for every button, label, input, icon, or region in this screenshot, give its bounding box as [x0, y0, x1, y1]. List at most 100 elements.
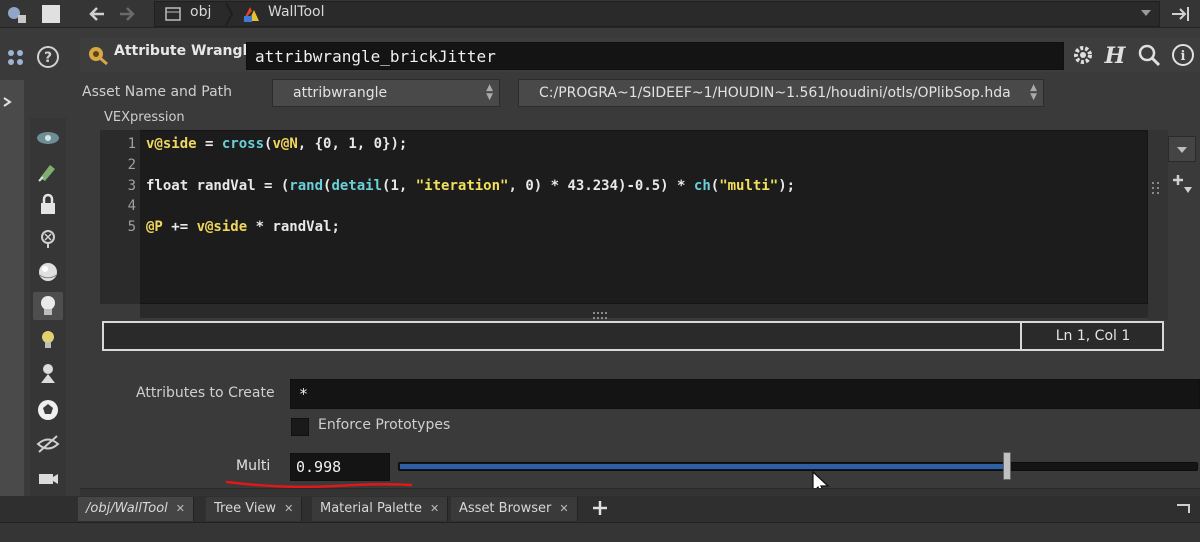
vex-code-editor[interactable]	[100, 130, 1148, 304]
walltool-asset-icon	[240, 4, 262, 24]
code-token: +=	[162, 219, 197, 235]
gear-icon[interactable]	[1070, 42, 1096, 68]
light-bulb-icon[interactable]	[33, 292, 63, 320]
node-type-label: Attribute Wrangle	[114, 43, 257, 59]
svg-text:?: ?	[44, 50, 52, 66]
obj-context-icon	[164, 5, 184, 23]
attributes-to-create-label: Attributes to Create	[136, 385, 275, 401]
tab-asset-browser[interactable]: Asset Browser ✕	[451, 497, 578, 521]
display-options-icon[interactable]	[0, 92, 22, 112]
breadcrumb-walltool[interactable]: WallTool	[268, 4, 325, 20]
code-token: cross	[221, 136, 265, 152]
code-token: * randVal;	[247, 219, 340, 235]
breadcrumb-separator	[224, 2, 234, 26]
node-name-field[interactable]: attribwrangle_brickJitter	[246, 42, 1064, 70]
resize-grip-icon[interactable]	[1150, 180, 1164, 200]
code-token: , 0) * 43.234)-0.5) *	[508, 178, 694, 194]
code-token: v@side	[146, 136, 197, 152]
code-line-1[interactable]: v@side = cross(v@N, {0, 1, 0});	[146, 136, 407, 152]
help-icon[interactable]: ?	[36, 45, 60, 69]
editor-menu-icon[interactable]	[1168, 136, 1196, 162]
asset-name-select[interactable]: attribwrangle ▲ ▼	[272, 79, 500, 107]
updown-arrows-icon: ▲ ▼	[486, 83, 493, 102]
updown-arrows-icon: ▲ ▼	[1030, 83, 1037, 102]
close-icon[interactable]: ✕	[559, 502, 568, 515]
asset-path-select[interactable]: C:/PROGRA~1/SIDEEF~1/HOUDIN~1.561/houdin…	[518, 79, 1044, 107]
close-icon[interactable]: ✕	[430, 502, 439, 515]
tab-label: /obj/WallTool	[86, 501, 168, 516]
cursor-position: Ln 1, Col 1	[1055, 328, 1131, 344]
svg-text:H: H	[1104, 43, 1127, 68]
tab-label: Asset Browser	[459, 501, 552, 516]
scroll-grip-icon[interactable]	[592, 306, 610, 319]
vexpression-label: VEXpression	[104, 110, 185, 125]
tab-material-palette[interactable]: Material Palette ✕	[312, 497, 449, 521]
asset-path-value: C:/PROGRA~1/SIDEEF~1/HOUDIN~1.561/houdin…	[539, 85, 1011, 101]
network-view-icon[interactable]	[4, 3, 30, 25]
pane-layout-icon[interactable]	[6, 46, 30, 68]
pane-divider[interactable]	[80, 488, 1200, 496]
multi-slider-fill	[400, 464, 1005, 469]
collapse-up-icon[interactable]	[608, 487, 618, 500]
paint-tool-icon[interactable]	[33, 158, 63, 186]
code-token: =	[196, 136, 222, 152]
code-line-3[interactable]: float randVal = (rand (detail(1, "iterati…	[146, 178, 795, 194]
tab-network[interactable]: /obj/WallTool ✕	[78, 497, 194, 521]
forward-arrow-icon[interactable]	[114, 3, 140, 25]
path-dropdown-icon[interactable]	[1138, 6, 1154, 20]
code-token: rand	[289, 178, 324, 194]
editor-horizontal-scrollbar[interactable]	[140, 304, 1148, 318]
editor-vertical-scrollbar[interactable]	[1148, 130, 1168, 320]
multi-slider-handle[interactable]	[1003, 452, 1011, 480]
code-line-5[interactable]: @P += v@side * randVal;	[146, 219, 340, 235]
tab-tree-view[interactable]: Tree View ✕	[206, 497, 303, 521]
code-token: ch	[693, 178, 711, 194]
close-icon[interactable]: ✕	[284, 502, 293, 515]
code-token: @P	[146, 219, 163, 235]
camera-icon[interactable]	[33, 360, 63, 388]
svg-text:i: i	[1181, 49, 1186, 64]
attributes-to-create-field[interactable]: *	[290, 379, 1200, 409]
houdini-help-icon[interactable]: H	[1102, 42, 1130, 68]
editor-status-bar	[102, 321, 1164, 351]
visibility-toggle-icon[interactable]	[33, 430, 63, 458]
code-token: , {0, 1, 0});	[297, 136, 408, 152]
code-token: "multi"	[719, 178, 779, 194]
code-token: float randVal = (	[146, 178, 290, 194]
collapse-down-icon[interactable]	[694, 487, 704, 500]
sphere-display-icon[interactable]	[33, 258, 63, 286]
search-icon[interactable]	[1136, 42, 1162, 68]
enforce-prototypes-checkbox[interactable]	[291, 418, 309, 436]
code-token: v@side	[196, 219, 248, 235]
headlight-icon[interactable]	[33, 326, 63, 354]
asset-name-path-label: Asset Name and Path	[82, 84, 233, 100]
multi-label: Multi	[236, 458, 271, 474]
pin-icon[interactable]	[1168, 3, 1196, 25]
lock-icon[interactable]	[33, 190, 63, 218]
snap-icon[interactable]	[33, 224, 63, 252]
info-icon[interactable]: i	[1170, 42, 1196, 68]
status-divider	[1020, 321, 1022, 351]
lower-path-bar	[0, 522, 1200, 542]
code-token: v@N	[272, 136, 298, 152]
window-icon[interactable]	[38, 3, 64, 25]
eye-icon[interactable]	[33, 124, 63, 152]
pane-maximize-icon[interactable]	[1172, 500, 1194, 518]
soccer-ball-icon[interactable]	[33, 396, 63, 424]
divider-grip-icon[interactable]	[644, 488, 674, 500]
line-number: 3	[127, 178, 136, 194]
code-token: );	[778, 178, 796, 194]
back-arrow-icon[interactable]	[84, 3, 110, 25]
code-token: "iteration"	[415, 178, 509, 194]
add-parameter-icon[interactable]	[1170, 172, 1196, 196]
add-tab-icon[interactable]	[590, 498, 610, 518]
asset-name-value: attribwrangle	[293, 85, 388, 101]
close-icon[interactable]: ✕	[176, 502, 185, 515]
tab-label: Tree View	[214, 501, 277, 516]
code-token: detail	[331, 178, 383, 194]
wrangle-node-icon	[86, 44, 110, 66]
code-token: (1,	[382, 178, 416, 194]
line-number: 2	[127, 157, 136, 173]
breadcrumb-obj[interactable]: obj	[190, 4, 211, 20]
camera-view-icon[interactable]	[33, 464, 63, 492]
